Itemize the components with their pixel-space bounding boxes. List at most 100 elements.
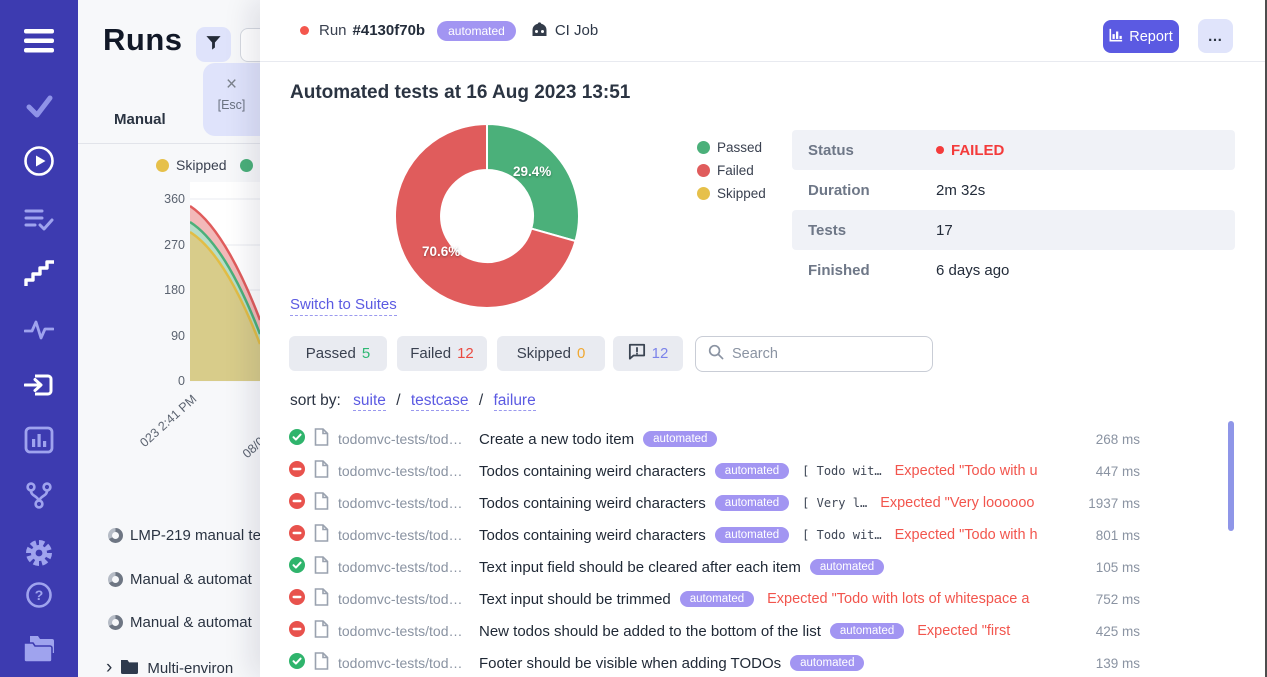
info-row-finished: Finished 6 days ago xyxy=(792,250,1235,290)
search-input[interactable] xyxy=(732,346,920,362)
robot-icon xyxy=(530,22,549,39)
sort-by-suite[interactable]: suite xyxy=(353,392,386,411)
switch-to-suites-link[interactable]: Switch to Suites xyxy=(290,296,397,316)
y-tick: 270 xyxy=(155,238,185,252)
file-icon xyxy=(314,524,329,547)
test-error[interactable]: Expected "Very loooooo xyxy=(880,495,1059,511)
passed-status-icon xyxy=(289,429,305,450)
test-duration: 1937 ms xyxy=(1068,496,1140,511)
ci-job-link[interactable]: CI Job xyxy=(555,22,598,39)
test-name[interactable]: New todos should be added to the bottom … xyxy=(479,623,821,640)
test-name[interactable]: Footer should be visible when adding TOD… xyxy=(479,655,781,672)
test-row[interactable]: todomvc-tests/tod… Footer should be visi… xyxy=(289,647,1140,677)
y-tick: 90 xyxy=(155,329,185,343)
sidebar-item-settings[interactable] xyxy=(0,538,78,573)
bar-chart-icon xyxy=(24,426,54,459)
menu-button[interactable] xyxy=(0,28,78,59)
filter-button[interactable] xyxy=(196,27,231,62)
sidebar-item-import[interactable] xyxy=(0,371,78,404)
panel-close-popover[interactable]: × [Esc] xyxy=(203,63,260,136)
failed-dot-icon xyxy=(936,146,944,154)
sidebar-item-runs[interactable] xyxy=(0,145,78,182)
x-tick: 08/04/20 xyxy=(217,418,260,482)
test-path: todomvc-tests/tod… xyxy=(338,591,470,607)
info-row-duration: Duration 2m 32s xyxy=(792,170,1235,210)
test-duration: 139 ms xyxy=(1068,656,1140,671)
sidebar-item-help[interactable]: ? xyxy=(0,580,78,615)
automated-badge: automated xyxy=(810,559,884,575)
runs-search-input[interactable] xyxy=(240,28,260,62)
test-name[interactable]: Text input field should be cleared after… xyxy=(479,559,801,576)
test-path: todomvc-tests/tod… xyxy=(338,623,470,639)
sidebar-item-projects[interactable] xyxy=(0,633,78,670)
run-title: Automated tests at 16 Aug 2023 13:51 xyxy=(290,82,630,104)
test-error[interactable]: Expected "Todo with u xyxy=(895,463,1059,479)
esc-hint: [Esc] xyxy=(203,98,260,112)
chevron-right-icon[interactable]: › xyxy=(106,660,112,676)
filter-passed-chip[interactable]: Passed 5 xyxy=(289,336,387,371)
stairs-icon xyxy=(24,260,54,293)
automated-badge: automated xyxy=(643,431,717,447)
legend-label: Passed xyxy=(717,140,762,155)
test-row[interactable]: todomvc-tests/tod… Text input field shou… xyxy=(289,551,1140,583)
failed-status-icon xyxy=(289,493,305,514)
sidebar-item-analytics[interactable] xyxy=(0,426,78,459)
report-label: Report xyxy=(1129,29,1173,45)
failed-status-icon xyxy=(289,525,305,546)
sort-by-failure[interactable]: failure xyxy=(494,392,536,411)
report-chart-icon xyxy=(1109,28,1123,46)
sidebar-item-milestones[interactable] xyxy=(0,260,78,293)
scrollbar-thumb[interactable] xyxy=(1228,421,1234,531)
runs-page: Runs × [Esc] Manual Skipped Pas 360 270 … xyxy=(78,0,260,677)
test-name[interactable]: Todos containing weird characters xyxy=(479,495,706,512)
test-row[interactable]: todomvc-tests/tod… New todos should be a… xyxy=(289,615,1140,647)
gear-icon xyxy=(24,538,54,573)
test-name[interactable]: Create a new todo item xyxy=(479,431,634,448)
sidebar-item-branches[interactable] xyxy=(0,481,78,514)
filter-skipped-chip[interactable]: Skipped 0 xyxy=(497,336,605,371)
test-row[interactable]: todomvc-tests/tod… Text input should be … xyxy=(289,583,1140,615)
sign-in-icon xyxy=(24,371,54,404)
search-box[interactable] xyxy=(695,336,933,372)
run-item-label: LMP-219 manual te xyxy=(130,527,260,544)
filter-failed-chip[interactable]: Failed 12 xyxy=(397,336,487,371)
run-list-item[interactable]: Manual & automat xyxy=(108,614,252,631)
failed-dot-icon xyxy=(697,164,710,177)
sidebar-item-plans[interactable] xyxy=(0,206,78,237)
close-icon[interactable]: × xyxy=(203,75,260,94)
test-error[interactable]: Expected "first xyxy=(917,623,1059,639)
folder-icon xyxy=(120,658,139,677)
sidebar-item-activity[interactable] xyxy=(0,317,78,348)
test-row[interactable]: todomvc-tests/tod… Todos containing weir… xyxy=(289,455,1140,487)
test-error[interactable]: Expected "Todo with h xyxy=(895,527,1059,543)
automated-badge: automated xyxy=(715,527,789,543)
passed-status-icon xyxy=(289,653,305,674)
passed-status-icon xyxy=(289,557,305,578)
test-duration: 801 ms xyxy=(1068,528,1140,543)
test-row[interactable]: todomvc-tests/tod… Todos containing weir… xyxy=(289,519,1140,551)
test-name[interactable]: Todos containing weird characters xyxy=(479,527,706,544)
test-row[interactable]: todomvc-tests/tod… Create a new todo ite… xyxy=(289,423,1140,455)
info-label: Status xyxy=(792,142,936,159)
tab-manual[interactable]: Manual xyxy=(114,111,166,128)
run-list-item[interactable]: Manual & automat xyxy=(108,571,252,588)
run-list-item[interactable]: LMP-219 manual te xyxy=(108,527,260,544)
automated-badge: automated xyxy=(437,21,516,41)
report-button[interactable]: Report xyxy=(1103,20,1179,53)
test-duration: 425 ms xyxy=(1068,624,1140,639)
sort-by-testcase[interactable]: testcase xyxy=(411,392,469,411)
test-name[interactable]: Todos containing weird characters xyxy=(479,463,706,480)
more-options-button[interactable]: … xyxy=(1198,19,1233,53)
run-detail-panel: Run #4130f70b automated CI Job Report … … xyxy=(260,0,1267,677)
finished-value: 6 days ago xyxy=(936,262,1009,279)
test-tag: [ Very l… xyxy=(802,496,867,510)
app-sidebar: ? xyxy=(0,0,78,677)
file-icon xyxy=(314,428,329,451)
sidebar-item-tests[interactable] xyxy=(0,94,78,125)
test-error[interactable]: Expected "Todo with lots of whitespace a xyxy=(767,591,1059,607)
filter-comments-chip[interactable]: 12 xyxy=(613,336,683,371)
run-group-item[interactable]: › Multi-environ xyxy=(106,658,233,677)
test-name[interactable]: Text input should be trimmed xyxy=(479,591,671,608)
test-row[interactable]: todomvc-tests/tod… Todos containing weir… xyxy=(289,487,1140,519)
search-icon xyxy=(708,344,724,365)
